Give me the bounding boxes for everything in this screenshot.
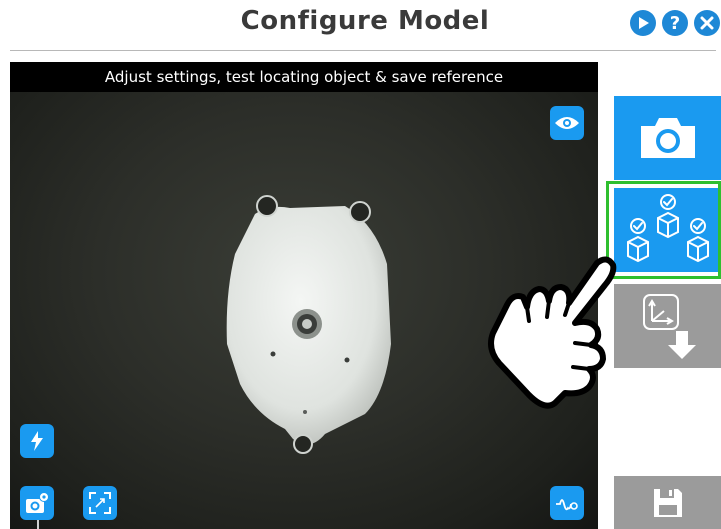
header: Configure Model ? [0,0,721,48]
axes-download-icon [642,294,696,359]
eye-icon [555,117,579,129]
pointing-hand-icon [488,256,617,409]
help-icon: ? [669,12,681,34]
camera-button[interactable] [614,96,721,180]
close-button[interactable] [694,10,720,36]
floppy-icon [653,488,682,517]
flash-icon [31,431,43,451]
header-divider [10,50,716,51]
waveform-icon [556,499,578,511]
camera-banner: Adjust settings, test locating object & … [10,62,598,92]
camera-settings-button[interactable] [20,486,54,520]
object-image [226,195,391,454]
play-icon [639,17,649,29]
help-button[interactable]: ? [662,10,688,36]
close-icon [700,16,714,30]
save-button[interactable] [614,476,721,529]
eye-button[interactable] [550,106,584,140]
save-reference-frame-button[interactable] [614,284,721,368]
flash-button[interactable] [20,424,54,458]
camera-icon [640,118,695,158]
page-title: Configure Model [240,6,490,36]
camera-settings-icon [26,492,49,513]
zoom-fit-icon [89,492,111,514]
waveform-button[interactable] [550,486,584,520]
zoom-fit-button[interactable] [83,486,117,520]
play-button[interactable] [630,10,656,36]
